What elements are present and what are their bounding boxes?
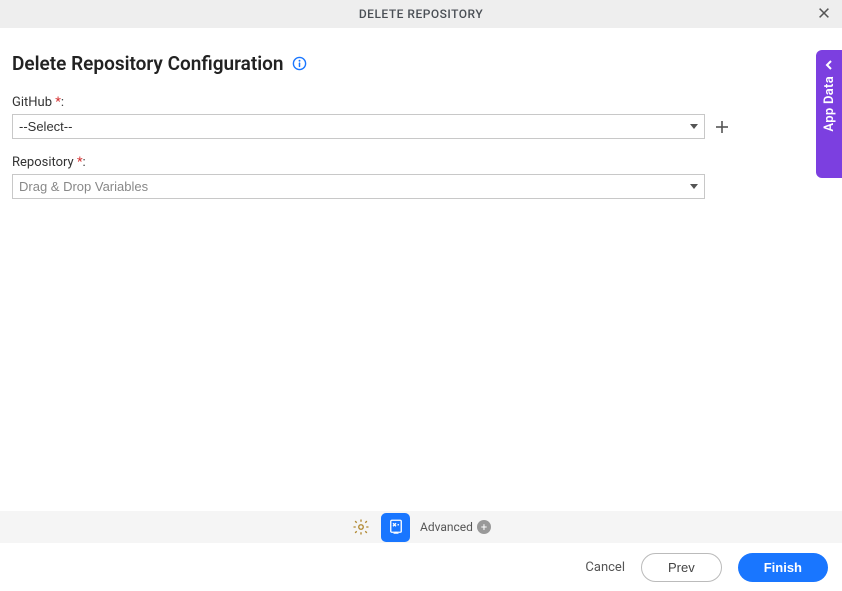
document-icon[interactable] — [381, 513, 410, 542]
plus-circle-icon: + — [477, 520, 491, 534]
page-title: Delete Repository Configuration — [12, 52, 284, 75]
colon: : — [83, 155, 86, 170]
colon: : — [61, 95, 64, 110]
finish-button[interactable]: Finish — [738, 553, 828, 582]
github-select-row: --Select-- — [12, 114, 830, 139]
app-data-tab[interactable]: App Data — [816, 50, 842, 178]
advanced-toggle[interactable]: Advanced + — [420, 520, 491, 534]
github-label-text: GitHub — [12, 95, 55, 110]
add-github-button[interactable] — [713, 118, 731, 136]
dialog-header: DELETE REPOSITORY — [0, 0, 842, 28]
prev-button[interactable]: Prev — [641, 553, 722, 582]
gear-icon[interactable] — [351, 517, 371, 537]
repository-label: Repository *: — [12, 155, 830, 170]
advanced-label: Advanced — [420, 520, 473, 534]
info-icon[interactable] — [292, 56, 307, 71]
repository-select[interactable]: Drag & Drop Variables — [12, 174, 705, 199]
repository-label-text: Repository — [12, 155, 77, 170]
main-content: Delete Repository Configuration GitHub *… — [0, 28, 842, 199]
github-label: GitHub *: — [12, 95, 830, 110]
page-title-row: Delete Repository Configuration — [12, 52, 830, 75]
cancel-button[interactable]: Cancel — [585, 560, 625, 575]
app-data-label: App Data — [822, 76, 837, 132]
dialog-footer: Cancel Prev Finish — [0, 543, 842, 591]
dialog-title: DELETE REPOSITORY — [359, 7, 483, 21]
github-select[interactable]: --Select-- — [12, 114, 705, 139]
repository-select-row: Drag & Drop Variables — [12, 174, 830, 199]
bottom-toolbar: Advanced + — [0, 511, 842, 543]
chevron-left-icon — [823, 56, 835, 68]
close-icon[interactable] — [816, 5, 832, 21]
